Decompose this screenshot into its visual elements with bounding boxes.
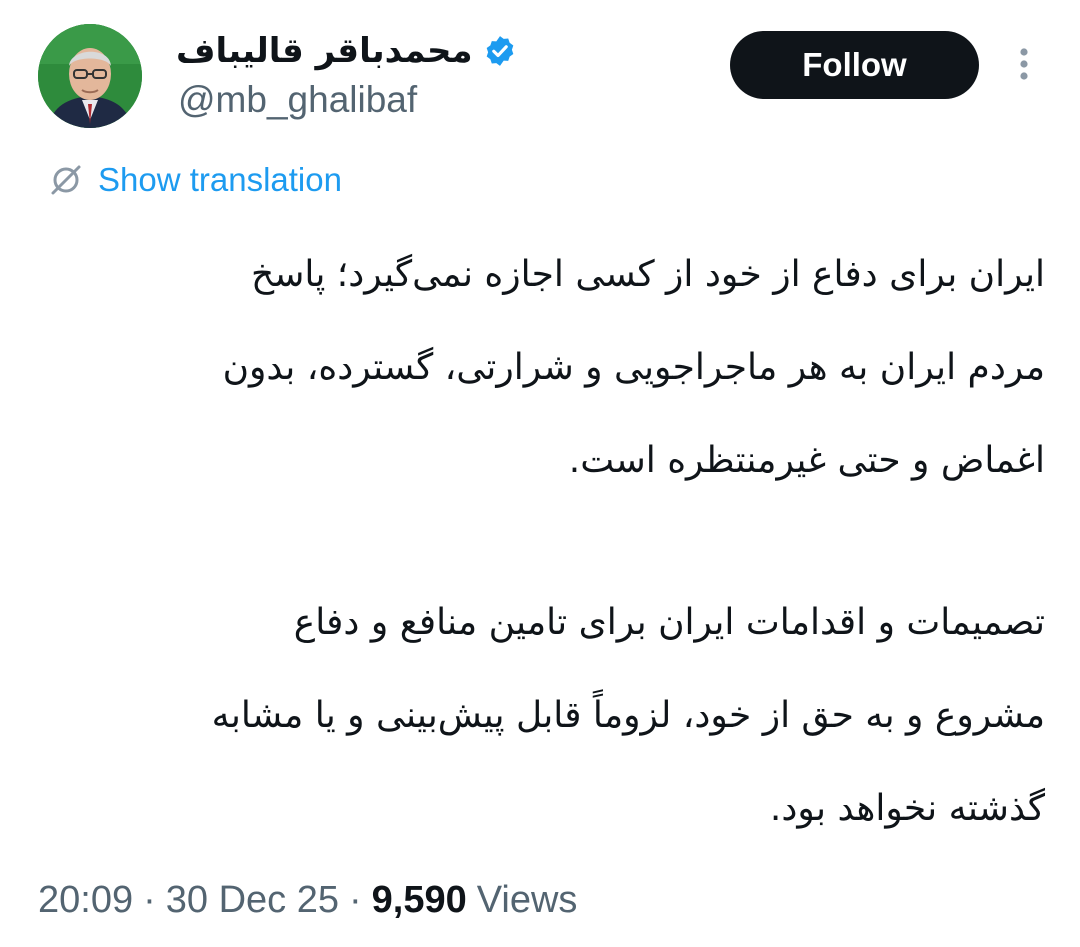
avatar[interactable] [38,24,142,128]
tweet-line: گذشته نخواهد بود. [769,788,1045,829]
tweet-paragraph-2: تصمیمات و اقدامات ایران برای تامین منافع… [30,576,1045,855]
tweet-line: تصمیمات و اقدامات ایران برای تامین منافع… [293,602,1045,643]
author-display-name[interactable]: محمدباقر قالیباف [176,34,473,68]
tweet-paragraph-1: ایران برای دفاع از خود از کسی اجازه نمی‌… [30,228,1045,507]
tweet-line: مشروع و به حق از خود، لزوماً قابل پیش‌بی… [211,695,1045,736]
tweet-line: اغماض و حتی غیرمنتظره است. [568,440,1045,481]
translate-icon [51,165,81,195]
meta-separator: · [348,878,362,921]
views-count: 9,590 [371,878,467,921]
author-handle[interactable]: @mb_ghalibaf [178,76,417,124]
tweet-date[interactable]: 30 Dec 25 [166,879,339,922]
tweet-line: ایران برای دفاع از خود از کسی اجازه نمی‌… [250,254,1045,295]
more-vertical-icon[interactable] [1010,44,1038,84]
meta-separator: · [143,878,156,921]
tweet-line: مردم ایران به هر ماجراجویی و شرارتی، گست… [222,347,1045,388]
tweet-meta: 20:09 · 30 Dec 25 · 9,590 Views [38,872,577,928]
show-translation-link[interactable]: Show translation [48,156,342,204]
author-name-row: محمدباقر قالیباف [176,26,517,76]
verified-badge-icon [486,36,513,66]
views-label: Views [476,878,578,921]
show-translation-label: Show translation [98,161,342,198]
tweet-time[interactable]: 20:09 [38,879,133,922]
follow-button[interactable]: Follow [730,31,979,99]
